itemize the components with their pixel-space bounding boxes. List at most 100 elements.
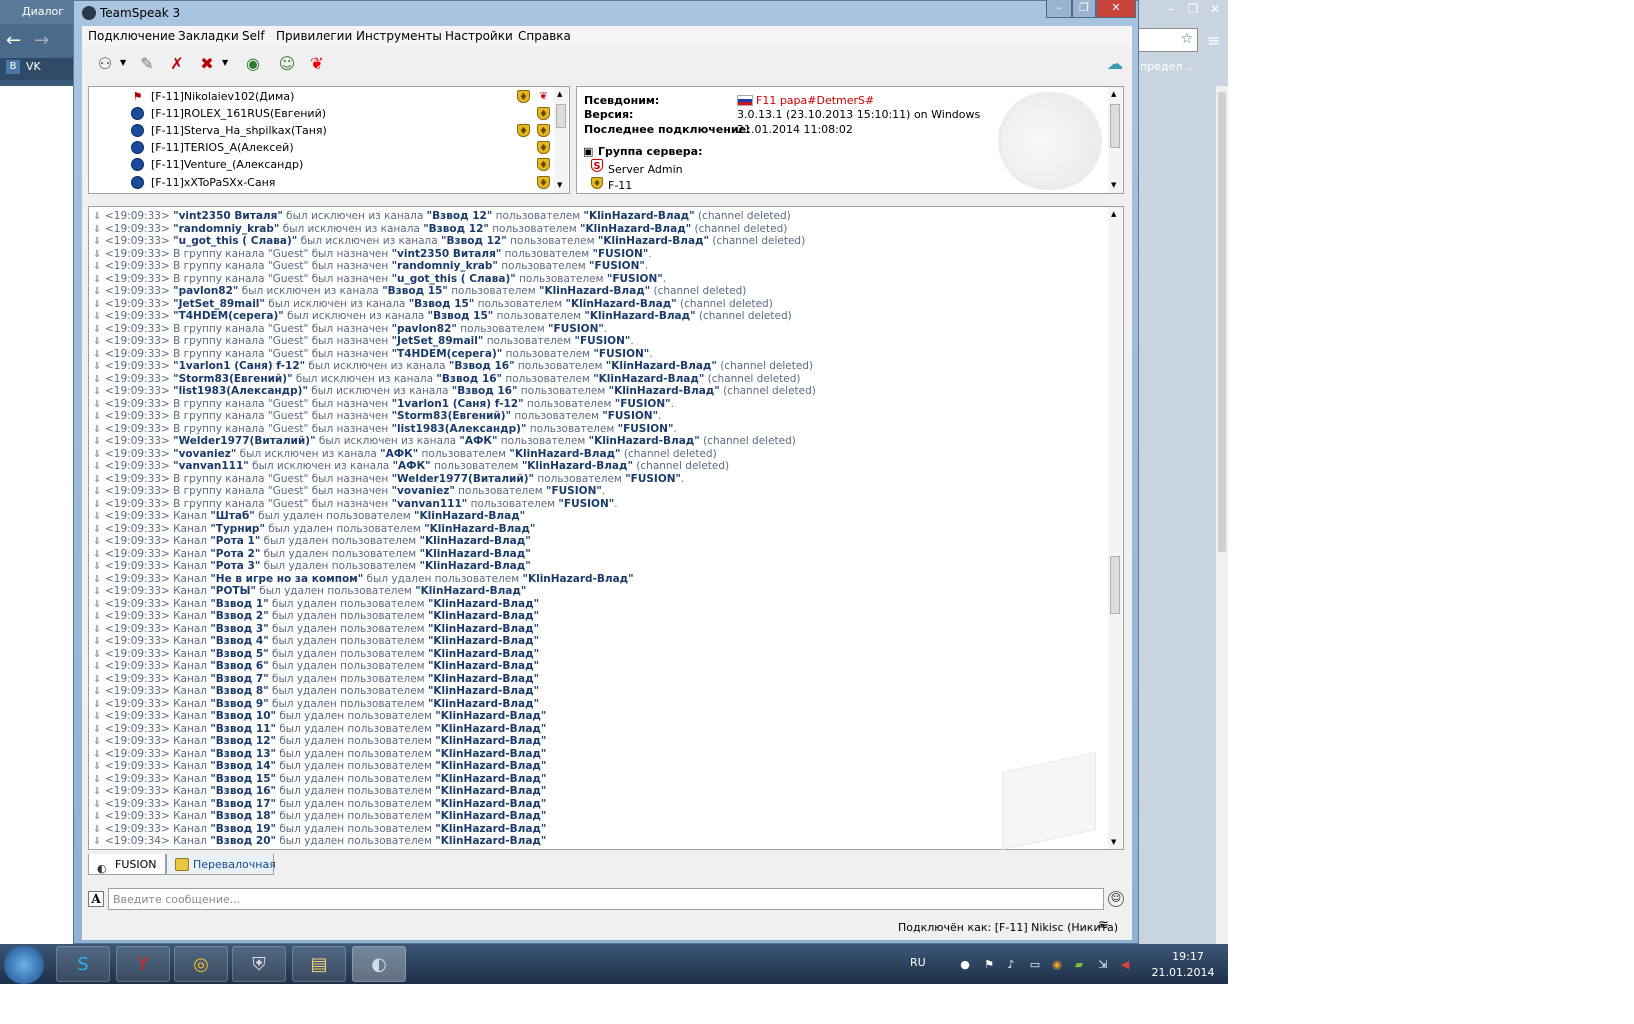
browser-minimize-button[interactable]: – [1160,0,1182,18]
chat-log[interactable]: ⇓ <19:09:33> "vint2350 Виталя" был исключ… [88,206,1124,850]
browser-tab[interactable]: Диалог [0,0,80,24]
speaker-icon[interactable]: ◀ [1118,958,1132,972]
browser-maximize-button[interactable]: ❐ [1182,0,1204,18]
log-text: пользователем [454,485,546,497]
tree-item[interactable]: [F-11]Sterva_Ha_shpilkax(Таня) ♦ ♦ [89,122,559,139]
log-entity: "KlinHazard-Влад" [435,785,547,797]
tray-app-icon[interactable]: ◉ [1050,958,1064,972]
volume-icon[interactable]: ♪ [1004,958,1018,972]
version-label: Версия: [584,108,634,121]
tree-item[interactable]: [F-11]TERIOS_A(Алексей) ♦ [89,139,559,156]
menu-help[interactable]: Справка [518,29,571,43]
leaf-icon[interactable]: ❦ [304,51,330,77]
chrome-icon[interactable]: ◎ [174,946,228,982]
log-line: ⇓ <19:09:33> В группу канала "Guest" был … [93,248,652,260]
minimize-button[interactable]: – [1046,0,1072,18]
clock-date[interactable]: 21.01.2014 [1148,966,1218,979]
star-icon[interactable]: ☆ [1180,31,1193,47]
log-line: ⇓ <19:09:33> Канал "Рота 2" был удален по… [93,548,531,560]
close-button[interactable]: ✕ [1096,0,1136,18]
chevron-down-icon[interactable]: ▼ [120,58,126,67]
log-scrollbar-thumb[interactable] [1110,556,1120,614]
menu-bookmarks[interactable]: Закладки [178,29,239,43]
browser-menu-icon[interactable]: ≡ [1204,30,1224,52]
menu-privileges[interactable]: Привилегии [276,29,352,43]
scroll-down-icon[interactable]: ▼ [557,181,562,189]
log-entity: "KlinHazard-Влад" [427,622,540,635]
teamspeak-news-icon[interactable]: ☁ [1102,51,1128,77]
flag-icon[interactable]: ⚑ [982,958,996,972]
menu-tools[interactable]: Инструменты [356,29,442,43]
log-scrollbar[interactable] [1108,207,1122,849]
tab-fusion[interactable]: ◐ FUSION [88,854,166,875]
network-icon[interactable]: ▭ [1028,958,1042,972]
browser-scrollbar-thumb[interactable] [1218,92,1226,552]
tab-perevalochnaya[interactable]: Перевалочная [166,854,276,875]
tree-item[interactable]: [F-11]ROLEX_161RUS(Евгений) ♦ [89,105,559,122]
teamspeak-tray-icon[interactable]: ● [958,958,972,972]
log-line: ⇓ <19:09:33> Канал "Штаб" был удален поль… [93,510,525,522]
menu-self[interactable]: Self [242,29,265,43]
bookmark-item[interactable]: предел ... [1140,60,1196,73]
menu-settings[interactable]: Настройки [445,29,513,43]
skype-icon[interactable]: S [56,946,110,982]
nvidia-icon[interactable]: ▰ [1072,958,1086,972]
event-arrow-icon: ⇓ [93,361,102,372]
safely-remove-icon[interactable]: ⇲ [1096,958,1110,972]
mute-speakers-icon[interactable]: ✖ [194,51,220,77]
log-text: (channel deleted) [694,210,791,222]
log-text: пользователем [467,497,559,510]
tree-scrollbar[interactable] [554,87,568,193]
log-text: был удален пользователем [275,722,436,735]
tree-item[interactable]: ⚑ [F-11]Nikolaiev102(Дима) ♦ ❦ [89,88,559,105]
file-manager-icon[interactable]: ▤ [292,946,346,982]
away-icon[interactable]: ✎ [134,51,160,77]
connect-icon[interactable]: ⚇ [92,51,118,77]
text-format-button[interactable]: A [88,891,104,907]
message-input[interactable] [108,888,1104,910]
log-line: ⇓ <19:09:33> В группу канала "Guest" был … [93,260,648,272]
back-arrow-icon[interactable]: ← [6,30,21,51]
connection-quality-icon[interactable]: ≋ [1098,918,1114,934]
tree-scrollbar-thumb[interactable] [556,104,566,128]
info-scrollbar-thumb[interactable] [1110,104,1120,148]
contacts-icon[interactable]: ☺ [274,51,300,77]
language-indicator[interactable]: RU [910,956,926,969]
log-text: (channel deleted) [691,222,788,235]
teamspeak-icon[interactable]: ◐ [352,946,406,982]
log-entity: "list1983(Александр)" [391,422,527,435]
maximize-button[interactable]: ❐ [1072,0,1096,18]
clock-time[interactable]: 19:17 [1158,950,1218,963]
scroll-up-icon[interactable]: ▲ [1111,90,1116,98]
browser-address-bar[interactable]: ☆ [1138,28,1198,52]
world-of-tanks-icon[interactable]: ⛨ [232,946,286,982]
tree-item[interactable]: [F-11]Venture_(Александр) ♦ [89,156,559,173]
browser-close-button[interactable]: ✕ [1204,0,1226,18]
log-entity: "Взвод 12" [426,210,493,222]
emoticon-icon[interactable]: ☺ [1108,891,1124,907]
scroll-up-icon[interactable]: ▲ [557,90,562,98]
mute-microphone-icon[interactable]: ✗ [164,51,190,77]
log-entity: "Взвод 15" [382,285,448,297]
event-arrow-icon: ⇓ [93,486,102,497]
tree-item[interactable]: [F-11]xXToPaSXx-Саня ♦ [89,174,559,191]
scroll-down-icon[interactable]: ▼ [1111,181,1116,189]
log-entity: "list1983(Александр)" [173,385,308,397]
screenshot-icon[interactable]: ◉ [240,51,266,77]
event-arrow-icon: ⇓ [93,223,102,235]
scroll-up-icon[interactable]: ▲ [1111,210,1116,218]
chevron-down-icon[interactable]: ▼ [222,58,228,67]
log-entity: "Взвод 9" [210,697,269,710]
scroll-down-icon[interactable]: ▼ [1111,838,1116,846]
forward-arrow-icon[interactable]: → [34,30,49,51]
yandex-browser-icon[interactable]: Y [116,946,170,982]
user-status-icon [131,158,144,171]
log-line: ⇓ <19:09:33> Канал "Рота 1" был удален по… [93,535,531,547]
log-entity: "Welder1977(Виталий)" [391,472,535,485]
log-line: ⇓ <19:09:33> Канал "Взвод 9" был удален п… [93,698,539,710]
start-button[interactable] [4,946,44,984]
log-text: <19:09:33> Канал [105,672,211,685]
menu-connection[interactable]: Подключение [88,29,175,43]
bookmark-vk[interactable]: VK [26,60,41,73]
channel-tree[interactable]: ⚑ [F-11]Nikolaiev102(Дима) ♦ ❦ [F-11]ROL… [88,86,570,194]
